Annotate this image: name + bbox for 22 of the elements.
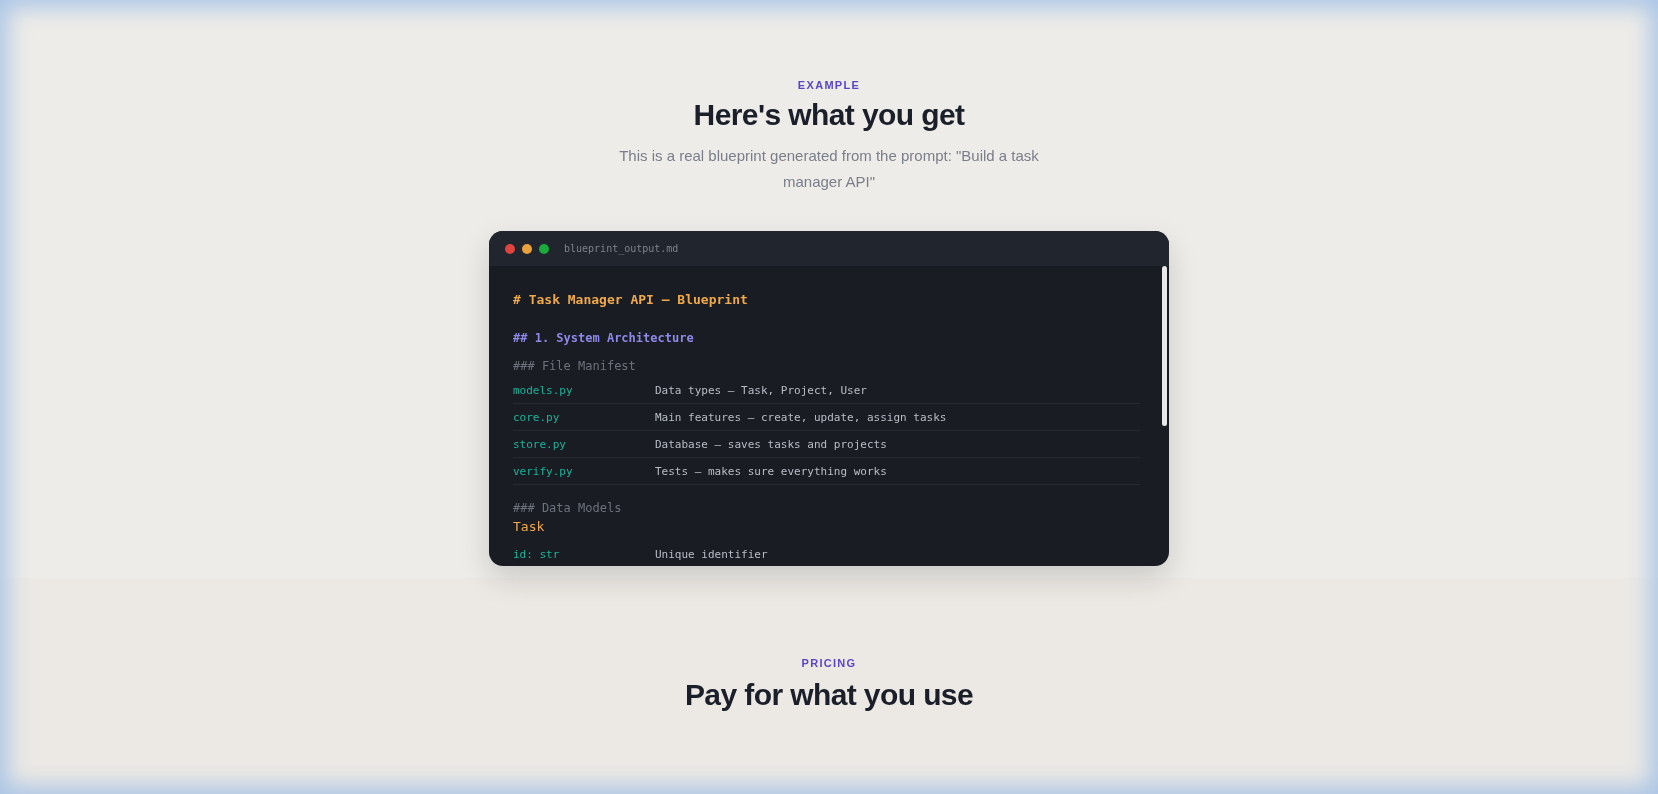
section-eyebrow: PRICING <box>801 657 857 669</box>
code-key: store.py <box>513 437 655 451</box>
code-heading: # Task Manager API — Blueprint <box>513 292 749 309</box>
code-key: id: str <box>513 547 655 561</box>
code-comment: ### Data Models <box>513 501 623 517</box>
code-key: core.py <box>513 410 655 424</box>
code-comment: ### File Manifest <box>513 359 637 375</box>
code-description: Unique identifier <box>655 547 768 561</box>
model-name: Task <box>513 519 546 536</box>
code-key: verify.py <box>513 464 655 478</box>
code-subheading: ## 1. System Architecture <box>513 331 695 347</box>
code-description: Main features — create, update, assign tasks <box>655 410 947 424</box>
code-key: models.py <box>513 383 655 397</box>
scrollbar-thumb[interactable] <box>1162 266 1167 426</box>
section-title: Pay for what you use <box>684 677 974 713</box>
code-description: Data types — Task, Project, User <box>655 383 867 397</box>
section-eyebrow: EXAMPLE <box>797 79 861 91</box>
file-name: blueprint_output.md <box>564 243 679 254</box>
code-description: Tests — makes sure everything works <box>655 464 887 478</box>
section-title: Here's what you get <box>693 97 965 133</box>
section-subtitle: This is a real blueprint generated from the prompt: "Build a task manager API" <box>618 146 1040 192</box>
code-description: Database — saves tasks and projects <box>655 437 887 451</box>
